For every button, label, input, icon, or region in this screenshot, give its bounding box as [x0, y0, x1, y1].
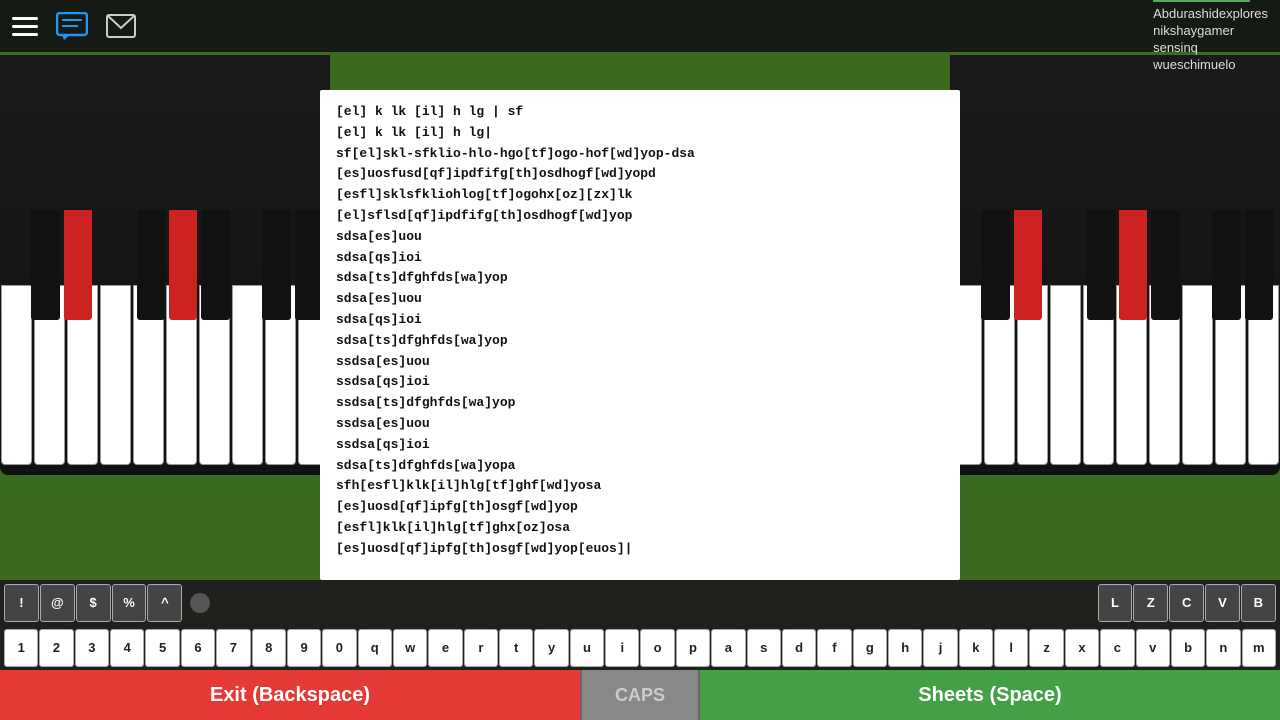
key-dollar[interactable]: $: [76, 584, 111, 622]
key-z[interactable]: z: [1029, 629, 1063, 667]
key-4[interactable]: 4: [110, 629, 144, 667]
caps-button[interactable]: CAPS: [580, 670, 700, 720]
piano-left-body: [0, 55, 330, 475]
key-1[interactable]: 1: [4, 629, 38, 667]
sheets-button[interactable]: Sheets (Space): [700, 670, 1280, 720]
key-8[interactable]: 8: [252, 629, 286, 667]
sheet-panel: [el] k lk [il] h lg | sf [el] k lk [il] …: [320, 90, 960, 580]
black-key-red[interactable]: [169, 210, 197, 320]
key-h[interactable]: h: [888, 629, 922, 667]
exit-button[interactable]: Exit (Backspace): [0, 670, 580, 720]
key-9[interactable]: 9: [287, 629, 321, 667]
bottom-bar: Exit (Backspace) CAPS Sheets (Space): [0, 670, 1280, 720]
key-L[interactable]: L: [1098, 584, 1133, 622]
key-s[interactable]: s: [747, 629, 781, 667]
mail-icon[interactable]: [106, 14, 136, 38]
piano-right-body: [950, 55, 1280, 475]
key-V[interactable]: V: [1205, 584, 1240, 622]
key-k[interactable]: k: [959, 629, 993, 667]
black-key-red[interactable]: [1119, 210, 1147, 320]
key-x[interactable]: x: [1065, 629, 1099, 667]
top-bar: wueschimuelo Abdurashidexplores nikshayg…: [0, 0, 1280, 52]
key-0[interactable]: 0: [322, 629, 356, 667]
key-2[interactable]: 2: [39, 629, 73, 667]
key-3[interactable]: 3: [75, 629, 109, 667]
key-f[interactable]: f: [817, 629, 851, 667]
player-4[interactable]: wueschimuelo: [1153, 57, 1268, 72]
key-spacer: [183, 593, 216, 613]
player-2[interactable]: nikshaygamer: [1153, 23, 1268, 38]
black-key[interactable]: [1212, 210, 1240, 320]
player-3[interactable]: sensinq: [1153, 40, 1268, 55]
key-caret[interactable]: ^: [147, 584, 182, 622]
piano-left: [0, 55, 330, 475]
black-key[interactable]: [1087, 210, 1115, 320]
key-b[interactable]: b: [1171, 629, 1205, 667]
key-q[interactable]: q: [358, 629, 392, 667]
top-bar-left: [12, 12, 136, 40]
key-n[interactable]: n: [1206, 629, 1240, 667]
black-key[interactable]: [1245, 210, 1273, 320]
key-c[interactable]: c: [1100, 629, 1134, 667]
keyboard-bottom-row: 1234567890qwertyuiopasdfghjklzxcvbnm: [0, 625, 1280, 670]
black-key-red[interactable]: [1014, 210, 1042, 320]
key-g[interactable]: g: [853, 629, 887, 667]
key-Z[interactable]: Z: [1133, 584, 1168, 622]
key-percent[interactable]: %: [112, 584, 147, 622]
chat-icon[interactable]: [56, 12, 88, 40]
piano-right-black-keys: [950, 210, 1280, 320]
players-list: Abdurashidexplores nikshaygamer sensinq …: [1153, 6, 1268, 72]
top-bar-right: wueschimuelo Abdurashidexplores nikshayg…: [1153, 0, 1268, 72]
username-underline: [1153, 0, 1249, 2]
key-v[interactable]: v: [1136, 629, 1170, 667]
bottom-keyboard: ! @ $ % ^ L Z C: [0, 580, 1280, 670]
black-key[interactable]: [295, 210, 323, 320]
key-5[interactable]: 5: [145, 629, 179, 667]
key-m[interactable]: m: [1242, 629, 1276, 667]
black-key[interactable]: [137, 210, 165, 320]
black-key[interactable]: [262, 210, 290, 320]
keyboard-top-row: ! @ $ % ^ L Z C: [0, 580, 1280, 625]
dot-key: [190, 593, 210, 613]
black-key[interactable]: [981, 210, 1009, 320]
black-key[interactable]: [31, 210, 59, 320]
sheet-text: [el] k lk [il] h lg | sf [el] k lk [il] …: [336, 102, 944, 560]
key-j[interactable]: j: [923, 629, 957, 667]
key-6[interactable]: 6: [181, 629, 215, 667]
key-at[interactable]: @: [40, 584, 75, 622]
black-key[interactable]: [1151, 210, 1179, 320]
piano-right: [950, 55, 1280, 475]
key-r[interactable]: r: [464, 629, 498, 667]
black-key-red[interactable]: [64, 210, 92, 320]
key-u[interactable]: u: [570, 629, 604, 667]
hamburger-icon[interactable]: [12, 17, 38, 36]
key-B[interactable]: B: [1241, 584, 1276, 622]
key-t[interactable]: t: [499, 629, 533, 667]
key-i[interactable]: i: [605, 629, 639, 667]
key-l[interactable]: l: [994, 629, 1028, 667]
player-1[interactable]: Abdurashidexplores: [1153, 6, 1268, 21]
key-exclaim[interactable]: !: [4, 584, 39, 622]
key-7[interactable]: 7: [216, 629, 250, 667]
key-C[interactable]: C: [1169, 584, 1204, 622]
key-e[interactable]: e: [428, 629, 462, 667]
key-a[interactable]: a: [711, 629, 745, 667]
key-y[interactable]: y: [534, 629, 568, 667]
key-o[interactable]: o: [640, 629, 674, 667]
key-d[interactable]: d: [782, 629, 816, 667]
key-w[interactable]: w: [393, 629, 427, 667]
current-username: wueschimuelo: [1153, 0, 1249, 2]
piano-left-black-keys: [0, 210, 330, 320]
key-p[interactable]: p: [676, 629, 710, 667]
black-key[interactable]: [201, 210, 229, 320]
